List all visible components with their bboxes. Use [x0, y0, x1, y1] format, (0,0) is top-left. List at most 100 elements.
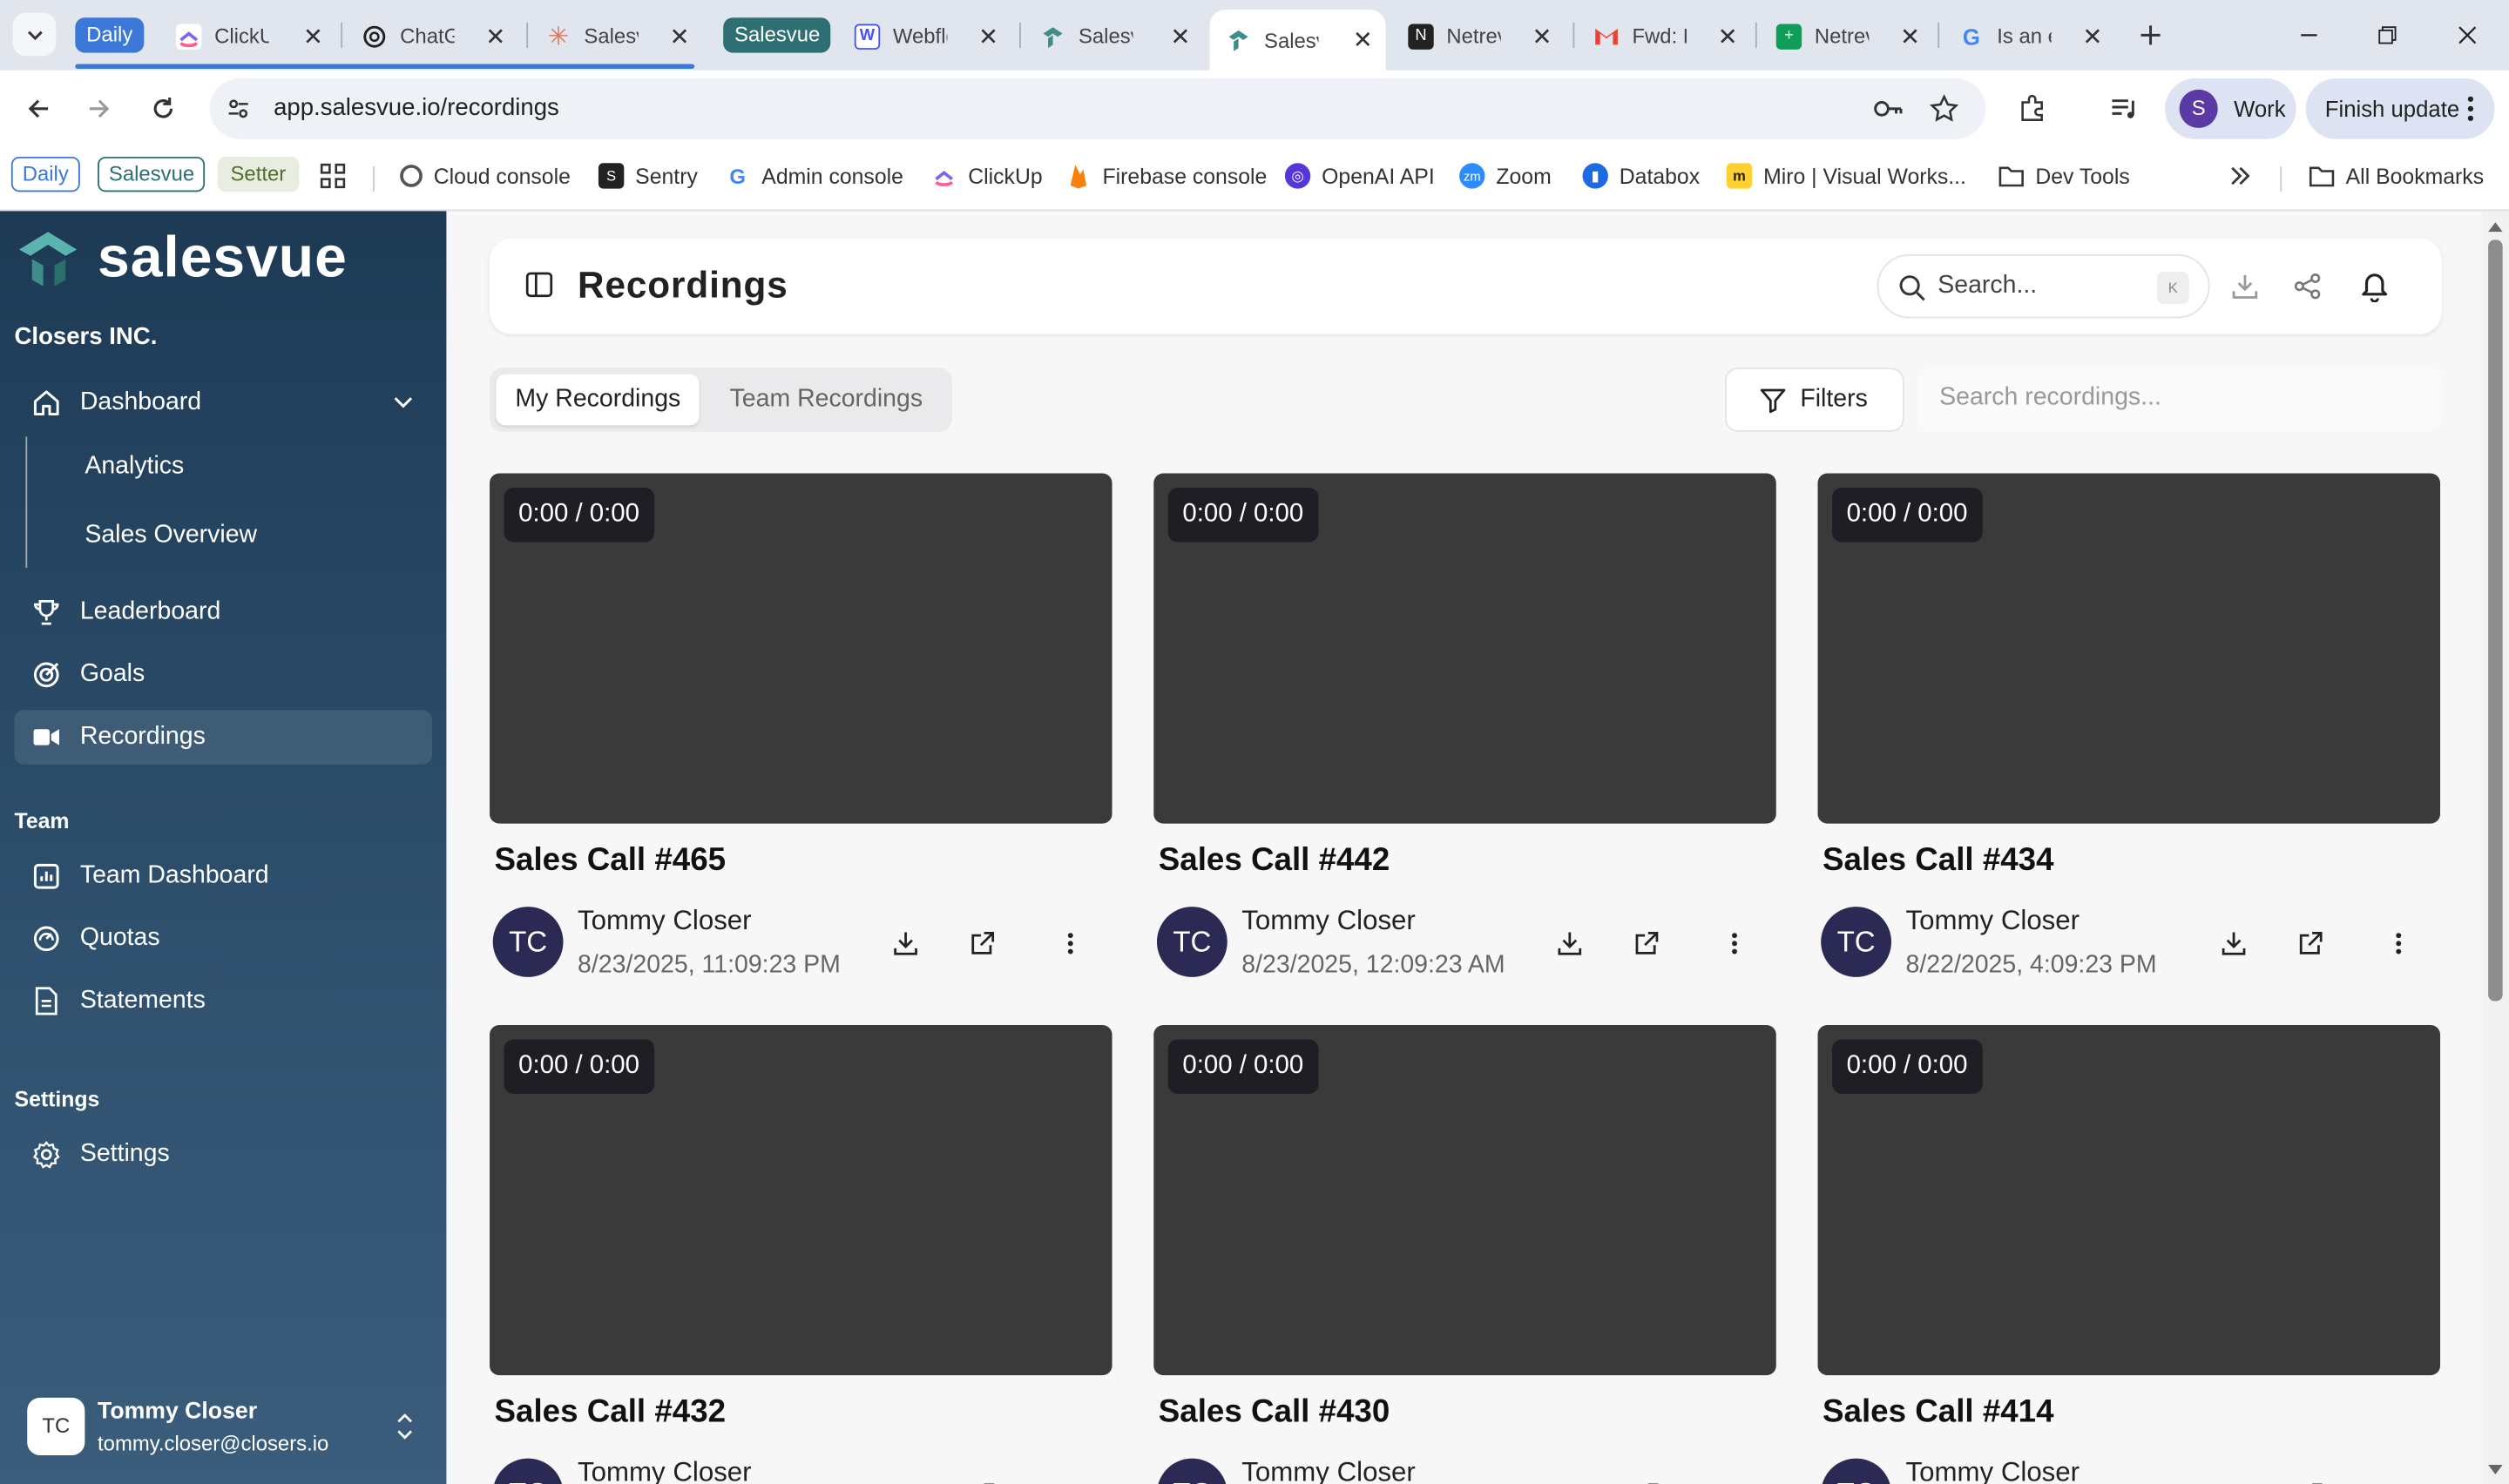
recording-title[interactable]: Sales Call #434 [1823, 843, 2054, 880]
bookmark-group-setter[interactable]: Setter [217, 156, 299, 192]
browser-tab-clickup[interactable]: ClickUp ✕ [160, 13, 336, 59]
filters-button[interactable]: Filters [1724, 368, 1904, 432]
tab-group-daily[interactable]: Daily [75, 17, 145, 53]
notifications-button[interactable] [2356, 267, 2394, 306]
bookmark-folder-dev-tools[interactable]: Dev Tools [1998, 160, 2130, 192]
nav-leaderboard[interactable]: Leaderboard [15, 585, 432, 639]
recording-card[interactable]: 0:00 / 0:00 Sales Call #430 TC Tommy Closer [1153, 1025, 1776, 1484]
open-external-icon[interactable] [2295, 1479, 2327, 1484]
global-search-input[interactable]: Search... K [1877, 253, 2210, 319]
nav-goals[interactable]: Goals [15, 648, 432, 702]
close-tab-icon[interactable]: ✕ [1718, 22, 1738, 51]
close-window-button[interactable] [2436, 13, 2499, 57]
scrollbar-thumb[interactable] [2488, 239, 2503, 1002]
browser-tab-google[interactable]: G Is an e ✕ [1943, 13, 2115, 59]
nav-dashboard[interactable]: Dashboard [15, 376, 432, 430]
recording-card[interactable]: 0:00 / 0:00 Sales Call #414 TC Tommy Closer [1817, 1025, 2441, 1484]
recording-card[interactable]: 0:00 / 0:00 Sales Call #465 TC Tommy Closer… [490, 473, 1112, 1002]
download-icon[interactable] [2218, 928, 2250, 960]
download-icon[interactable] [889, 928, 922, 960]
bookmark-group-daily[interactable]: Daily [10, 156, 80, 192]
bookmark-admin-console[interactable]: G Admin console [725, 160, 903, 192]
minimize-button[interactable] [2277, 13, 2341, 57]
tab-group-salesvue[interactable]: Salesvue [723, 17, 832, 53]
video-player[interactable]: 0:00 / 0:00 [1817, 473, 2441, 824]
close-tab-icon[interactable]: ✕ [978, 22, 998, 51]
new-tab-button[interactable] [2122, 13, 2180, 57]
media-controls-button[interactable] [2102, 86, 2147, 131]
salesvue-logo[interactable]: salesvue [15, 224, 348, 291]
recording-title[interactable]: Sales Call #432 [495, 1394, 727, 1431]
apps-grid-button[interactable] [320, 160, 346, 192]
more-vertical-icon[interactable] [1719, 1479, 1751, 1484]
recording-title[interactable]: Sales Call #465 [495, 843, 727, 880]
more-vertical-icon[interactable] [2383, 928, 2415, 960]
video-player[interactable]: 0:00 / 0:00 [1153, 473, 1776, 824]
nav-statements[interactable]: Statements [15, 974, 432, 1028]
bookmark-star-icon[interactable] [1928, 93, 1960, 125]
browser-tab-salesvue-claude[interactable]: ✳ Salesvue ✕ [530, 13, 702, 59]
bookmark-firebase[interactable]: Firebase console [1065, 160, 1267, 192]
open-external-icon[interactable] [966, 928, 998, 960]
close-tab-icon[interactable]: ✕ [670, 22, 690, 51]
profile-button[interactable]: S Work [2165, 78, 2296, 139]
open-external-icon[interactable] [1631, 1479, 1663, 1484]
finish-update-button[interactable]: Finish update [2305, 78, 2495, 139]
recordings-search-input[interactable]: Search recordings... [1918, 368, 2442, 432]
bookmark-openai[interactable]: ◎ OpenAI API [1284, 160, 1435, 192]
site-info-icon[interactable] [222, 93, 254, 125]
download-icon[interactable] [889, 1479, 922, 1484]
download-button[interactable] [2226, 267, 2264, 306]
video-player[interactable]: 0:00 / 0:00 [1817, 1025, 2441, 1376]
nav-quotas[interactable]: Quotas [15, 912, 432, 966]
tab-my-recordings[interactable]: My Recordings [496, 374, 700, 426]
browser-tab-salesvue-active[interactable]: Salesvue ✕ [1209, 10, 1386, 71]
browser-tab-gmail[interactable]: Fwd: F ✕ [1578, 13, 1750, 59]
recording-title[interactable]: Sales Call #442 [1159, 843, 1390, 880]
more-vertical-icon[interactable] [1719, 928, 1751, 960]
toggle-sidebar-icon[interactable] [524, 270, 553, 299]
nav-settings[interactable]: Settings [15, 1128, 432, 1182]
nav-analytics[interactable]: Analytics [85, 453, 184, 482]
download-icon[interactable] [2218, 1479, 2250, 1484]
bookmark-zoom[interactable]: zm Zoom [1459, 160, 1552, 192]
forward-button[interactable] [77, 86, 121, 131]
recording-title[interactable]: Sales Call #430 [1159, 1394, 1390, 1431]
tab-search-button[interactable] [12, 12, 57, 57]
close-tab-icon[interactable]: ✕ [303, 22, 323, 51]
bookmark-sentry[interactable]: S Sentry [598, 160, 698, 192]
close-tab-icon[interactable]: ✕ [1532, 22, 1552, 51]
recording-card[interactable]: 0:00 / 0:00 Sales Call #432 TC Tommy Closer [490, 1025, 1112, 1484]
password-key-icon[interactable] [1872, 93, 1904, 125]
bookmark-miro[interactable]: m Miro | Visual Works... [1726, 160, 1966, 192]
reload-button[interactable] [141, 86, 186, 131]
address-bar[interactable]: app.salesvue.io/recordings [209, 78, 1986, 139]
close-tab-icon[interactable]: ✕ [1353, 25, 1373, 54]
download-icon[interactable] [1553, 928, 1586, 960]
video-player[interactable]: 0:00 / 0:00 [490, 1025, 1112, 1376]
share-button[interactable] [2289, 267, 2327, 306]
bookmark-clickup[interactable]: ClickUp [931, 160, 1043, 192]
scroll-up-icon[interactable] [2486, 218, 2504, 235]
bookmark-cloud-console[interactable]: Cloud console [400, 160, 571, 192]
recording-card[interactable]: 0:00 / 0:00 Sales Call #442 TC Tommy Closer… [1153, 473, 1776, 1002]
open-external-icon[interactable] [966, 1479, 998, 1484]
browser-tab-chatgpt[interactable]: ChatGPT ✕ [346, 13, 518, 59]
more-bookmarks-button[interactable] [2229, 160, 2252, 192]
browser-tab-sheets[interactable]: + Netrev ✕ [1760, 13, 1932, 59]
recording-title[interactable]: Sales Call #414 [1823, 1394, 2054, 1431]
video-player[interactable]: 0:00 / 0:00 [1153, 1025, 1776, 1376]
user-menu[interactable]: TC Tommy Closer tommy.closer@closers.io [15, 1379, 432, 1474]
close-tab-icon[interactable]: ✕ [485, 22, 505, 51]
more-vertical-icon[interactable] [1054, 1479, 1086, 1484]
close-tab-icon[interactable]: ✕ [2082, 22, 2102, 51]
close-tab-icon[interactable]: ✕ [1170, 22, 1190, 51]
nav-sales-overview[interactable]: Sales Overview [85, 522, 257, 550]
recording-card[interactable]: 0:00 / 0:00 Sales Call #434 TC Tommy Closer… [1817, 473, 2441, 1002]
browser-tab-netrev[interactable]: N Netrev ✕ [1392, 13, 1565, 59]
back-button[interactable] [16, 86, 60, 131]
scroll-down-icon[interactable] [2486, 1460, 2504, 1477]
extensions-button[interactable] [2010, 86, 2054, 131]
tab-team-recordings[interactable]: Team Recordings [711, 374, 943, 426]
nav-recordings[interactable]: Recordings [14, 710, 432, 765]
